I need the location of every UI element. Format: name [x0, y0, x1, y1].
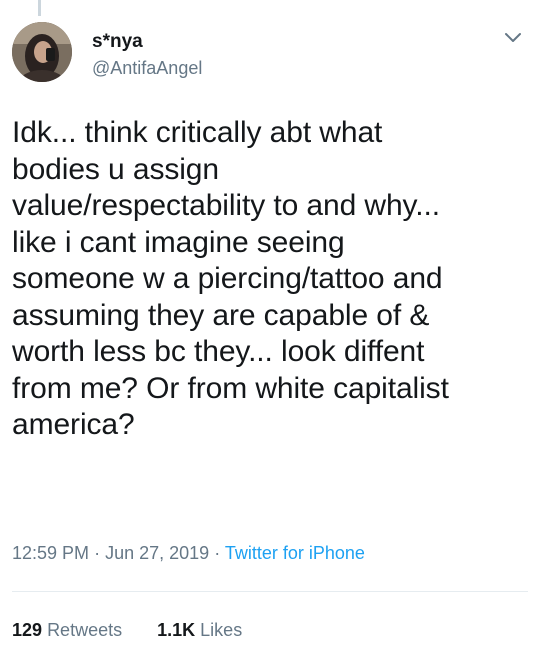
tweet-source-link[interactable]: Twitter for iPhone: [225, 543, 365, 563]
tweet-date[interactable]: Jun 27, 2019: [105, 543, 209, 563]
likes-label: Likes: [200, 620, 243, 640]
tweet-header: s*nya @AntifaAngel: [12, 22, 528, 88]
divider: [12, 591, 528, 592]
thread-connector-line: [38, 0, 41, 16]
tweet-stats: 129 Retweets 1.1K Likes: [12, 617, 272, 643]
retweets-count: 129: [12, 620, 43, 640]
likes-count: 1.1K: [157, 620, 196, 640]
tweet-text: Idk... think critically abt what bodies …: [12, 116, 449, 441]
display-name[interactable]: s*nya: [92, 30, 202, 54]
likes-stat[interactable]: 1.1K Likes: [157, 617, 242, 643]
tweet-meta: 12:59 PM · Jun 27, 2019 · Twitter for iP…: [12, 540, 365, 566]
tweet-time[interactable]: 12:59 PM: [12, 543, 89, 563]
avatar[interactable]: [12, 22, 72, 82]
retweets-stat[interactable]: 129 Retweets: [12, 617, 122, 643]
user-names: s*nya @AntifaAngel: [92, 30, 202, 80]
user-handle[interactable]: @AntifaAngel: [92, 56, 202, 80]
retweets-label: Retweets: [47, 620, 123, 640]
chevron-down-icon[interactable]: [502, 26, 524, 48]
meta-separator: ·: [94, 543, 101, 563]
meta-separator: ·: [214, 543, 221, 563]
